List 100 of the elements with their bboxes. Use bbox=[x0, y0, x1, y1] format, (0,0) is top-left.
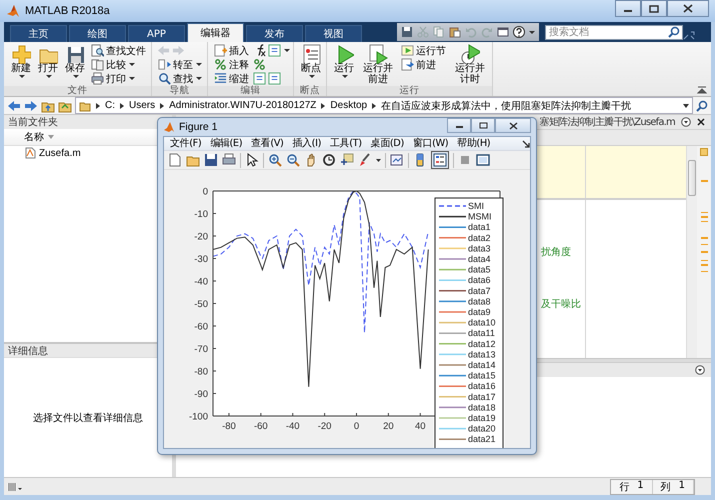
close-icon[interactable] bbox=[697, 118, 705, 126]
scrollbar[interactable] bbox=[686, 146, 697, 358]
menu-item[interactable]: 文件(F) bbox=[166, 137, 206, 150]
expand-icon[interactable] bbox=[682, 30, 696, 42]
path-segment[interactable]: C: bbox=[105, 100, 115, 111]
save-icon[interactable] bbox=[401, 26, 413, 38]
ribbon-button[interactable]: 运行节 bbox=[400, 44, 448, 57]
ribbon-button[interactable]: 插入 bbox=[213, 44, 251, 57]
menu-item[interactable]: 桌面(D) bbox=[366, 137, 408, 150]
path-segment[interactable]: Users bbox=[129, 100, 156, 111]
panel-menu-icon[interactable] bbox=[681, 117, 691, 127]
minimize-button[interactable] bbox=[447, 118, 471, 133]
menu-item[interactable]: 查看(V) bbox=[247, 137, 288, 150]
ribbon-button[interactable]: 打印 bbox=[90, 72, 137, 85]
close-button[interactable] bbox=[495, 118, 531, 133]
warning-marker[interactable] bbox=[700, 260, 708, 261]
editor-title: 塞矩阵法抑制主瓣干扰\Zusefa.m bbox=[540, 116, 675, 129]
ribbon-button[interactable]: 断点 bbox=[299, 44, 323, 78]
dropdown-caret-icon[interactable] bbox=[683, 104, 689, 108]
separator-icon[interactable] bbox=[321, 102, 326, 108]
path-segment[interactable]: 在自适应波束形成算法中，使用阻塞矩阵法抑制主瓣干扰 bbox=[381, 98, 632, 112]
separator-icon[interactable] bbox=[160, 102, 164, 108]
warning-marker[interactable] bbox=[700, 180, 708, 182]
ribbon-tab[interactable]: APP bbox=[128, 25, 185, 42]
ribbon-button[interactable]: 打开 bbox=[36, 44, 60, 78]
zoom-in-icon[interactable] bbox=[268, 153, 282, 167]
brush-icon[interactable] bbox=[358, 153, 372, 167]
file-item[interactable]: Zusefa.m bbox=[22, 146, 83, 160]
document-icon[interactable] bbox=[268, 72, 281, 85]
new-file-icon[interactable] bbox=[168, 153, 182, 167]
ribbon-tab[interactable]: 编辑器 bbox=[187, 23, 244, 42]
ribbon-button[interactable]: 比较 bbox=[90, 58, 137, 71]
document-icon[interactable] bbox=[253, 72, 266, 85]
menu-item[interactable]: 窗口(W) bbox=[408, 137, 452, 150]
menu-item[interactable]: 工具(T) bbox=[326, 137, 366, 150]
ribbon-tab[interactable]: 主页 bbox=[10, 25, 67, 42]
back-arrow-icon[interactable] bbox=[7, 98, 21, 112]
minimize-button[interactable] bbox=[615, 0, 641, 17]
ribbon-button[interactable]: 查找文件 bbox=[90, 44, 148, 57]
separator-icon[interactable] bbox=[96, 102, 100, 108]
warning-marker[interactable] bbox=[700, 220, 708, 222]
path-segment[interactable]: Desktop bbox=[330, 100, 368, 111]
legend-label: data8 bbox=[468, 296, 491, 306]
tick-label: 40 bbox=[415, 421, 426, 432]
ribbon-tab[interactable]: 绘图 bbox=[69, 25, 126, 42]
legend-icon[interactable] bbox=[433, 153, 447, 167]
help-icon[interactable] bbox=[513, 26, 525, 38]
zoom-out-icon[interactable] bbox=[286, 153, 300, 167]
printer-icon[interactable] bbox=[222, 153, 236, 167]
ribbon-button[interactable]: 查找 bbox=[157, 72, 204, 85]
column-header[interactable]: 名称 bbox=[24, 130, 44, 144]
link-plot-icon[interactable] bbox=[390, 153, 404, 167]
separator-icon[interactable] bbox=[120, 102, 124, 108]
warning-marker[interactable] bbox=[700, 244, 708, 245]
warning-marker[interactable] bbox=[700, 251, 708, 252]
separator-icon[interactable] bbox=[372, 102, 376, 108]
data-cursor-icon[interactable] bbox=[340, 153, 354, 167]
pointer-icon[interactable] bbox=[245, 153, 259, 167]
warning-marker[interactable] bbox=[700, 212, 708, 213]
search-icon[interactable] bbox=[696, 100, 708, 112]
warning-marker[interactable] bbox=[700, 216, 708, 218]
menu-item[interactable]: 插入(I) bbox=[288, 137, 326, 150]
dock-arrow-icon[interactable] bbox=[522, 140, 530, 148]
ribbon-button[interactable]: 注释 bbox=[213, 58, 251, 71]
warning-marker[interactable] bbox=[700, 270, 708, 272]
search-field[interactable]: 搜索文档 bbox=[545, 24, 683, 40]
close-button[interactable] bbox=[667, 0, 709, 17]
path-segment[interactable]: Administrator.WIN7U-20180127Z bbox=[169, 100, 316, 111]
ribbon-button[interactable]: 保存 bbox=[63, 44, 87, 78]
collapse-ribbon-icon[interactable] bbox=[697, 86, 707, 94]
show-tools-icon[interactable] bbox=[476, 153, 490, 167]
panel-menu-icon[interactable] bbox=[695, 365, 705, 375]
save-icon[interactable] bbox=[204, 153, 218, 167]
menu-item[interactable]: 编辑(E) bbox=[206, 137, 246, 150]
ribbon-tab[interactable]: 发布 bbox=[246, 25, 303, 42]
warning-marker[interactable] bbox=[700, 264, 708, 266]
ribbon-button[interactable]: 前进 bbox=[400, 58, 438, 71]
restore-button[interactable] bbox=[471, 118, 495, 133]
ribbon-button[interactable]: 运行 bbox=[332, 44, 356, 78]
ribbon-tab[interactable]: 视图 bbox=[305, 25, 362, 42]
warning-marker[interactable] bbox=[700, 237, 708, 238]
paste-icon[interactable] bbox=[449, 26, 461, 38]
tick-label: -60 bbox=[194, 322, 208, 332]
scrollbar-thumb[interactable] bbox=[688, 160, 696, 196]
percent-icon[interactable] bbox=[253, 58, 266, 71]
windows-icon[interactable] bbox=[497, 26, 509, 38]
forward-arrow-icon[interactable] bbox=[24, 98, 38, 112]
document-icon[interactable] bbox=[268, 44, 281, 57]
ribbon-button[interactable]: 缩进 bbox=[213, 72, 251, 85]
panel-layout-icon[interactable] bbox=[8, 482, 22, 492]
rotate-icon[interactable] bbox=[322, 153, 336, 167]
ribbon-button[interactable]: 转至 bbox=[157, 58, 204, 71]
address-field[interactable]: C: Users Administrator.WIN7U-20180127Z Desktop 在自适应波束形成算法中，使用阻塞矩阵法抑制主瓣干扰 bbox=[75, 97, 693, 114]
dropdown-caret-icon[interactable] bbox=[284, 49, 290, 52]
ribbon-button[interactable]: 新建 bbox=[9, 44, 33, 78]
ribbon-button[interactable]: 运行并计时 bbox=[451, 44, 489, 85]
menu-item[interactable]: 帮助(H) bbox=[453, 137, 494, 150]
status-value: 1 bbox=[678, 480, 685, 492]
maximize-button[interactable] bbox=[641, 0, 667, 17]
ribbon-button[interactable]: 运行并前进 bbox=[359, 44, 397, 85]
